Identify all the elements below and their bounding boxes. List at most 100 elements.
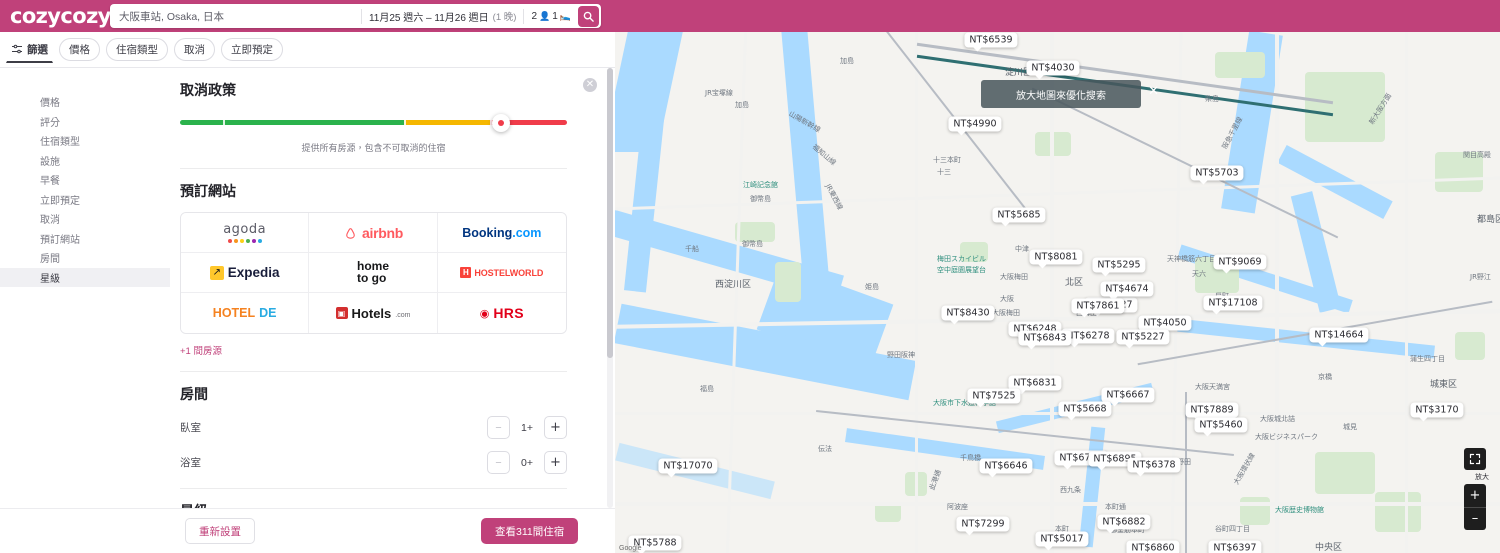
map-price-pill[interactable]: NT$5460 <box>1194 417 1248 437</box>
map-label: 空中庭園展望台 <box>937 266 986 274</box>
booking-site-hometogo[interactable]: home to go <box>309 253 438 293</box>
booking-site-hotelde[interactable]: HOTEL DE <box>181 293 310 333</box>
map-price-pill[interactable]: NT$7299 <box>956 516 1010 536</box>
destination-input[interactable]: 大阪車站, Osaka, 日本 <box>110 9 361 24</box>
sidebar-item-price[interactable]: 價格 <box>0 92 170 112</box>
map-price-pill[interactable]: NT$4990 <box>948 116 1002 136</box>
booking-sites-title: 預訂網站 <box>180 183 236 199</box>
bathrooms-increment-button[interactable]: + <box>544 451 567 474</box>
tab-cancellation[interactable]: 取消 <box>174 38 215 61</box>
map-price-pill[interactable]: NT$6539 <box>964 32 1018 52</box>
map-price-pill[interactable]: NT$4674 <box>1100 281 1154 301</box>
map-price-pill[interactable]: NT$6397 <box>1208 540 1262 553</box>
bathrooms-decrement-button[interactable]: – <box>487 451 510 474</box>
sidebar-item-rooms[interactable]: 房間 <box>0 248 170 268</box>
bedrooms-decrement-button[interactable]: – <box>487 416 510 439</box>
map-price-pill[interactable]: NT$6882 <box>1097 514 1151 534</box>
map-price-pill[interactable]: NT$17070 <box>658 458 718 478</box>
map-expand-button[interactable] <box>1464 448 1486 470</box>
booking-site-expedia[interactable]: ↗ Expedia <box>181 253 310 293</box>
hotels-label-tld: .com <box>395 311 411 319</box>
sidebar-item-booking-sites[interactable]: 預訂網站 <box>0 229 170 249</box>
tab-price[interactable]: 價格 <box>59 38 100 61</box>
map-price-pill[interactable]: NT$4050 <box>1138 315 1192 335</box>
sidebar-item-breakfast[interactable]: 早餐 <box>0 170 170 190</box>
search-button[interactable] <box>578 5 599 27</box>
map-price-pill[interactable]: NT$7861 <box>1071 298 1125 318</box>
map-label: 谷町四丁目 <box>1215 525 1250 533</box>
map-price-pill[interactable]: NT$6646 <box>979 458 1033 478</box>
filters-sidebar: 價格 評分 住宿類型 設施 早餐 立即預定 取消 預訂網站 房間 星級 <box>0 68 170 553</box>
guests-field[interactable]: 2 👤 1 🛌 <box>524 11 578 22</box>
sidebar-item-accommodation-type[interactable]: 住宿類型 <box>0 131 170 151</box>
airbnb-label: airbnb <box>362 224 403 241</box>
booking-site-airbnb[interactable]: airbnb <box>309 213 438 253</box>
map-price-pill[interactable]: NT$5703 <box>1190 165 1244 185</box>
sliders-icon <box>12 44 22 54</box>
map-price-pill[interactable]: NT$5668 <box>1058 401 1112 421</box>
tab-filters[interactable]: 篩選 <box>6 36 53 63</box>
map-zoom-controls: + – <box>1464 484 1486 530</box>
hotelde-label-de: DE <box>259 306 277 320</box>
date-range-field[interactable]: 11月25 週六 – 11月26 週日 (1 晚) <box>362 9 523 24</box>
sidebar-item-stars[interactable]: 星級 <box>0 267 170 287</box>
map-label: JR野江 <box>1470 273 1491 281</box>
booking-site-agoda[interactable]: agoda <box>181 213 310 253</box>
panel-scrollbar-thumb[interactable] <box>607 68 613 358</box>
map-price-pill[interactable]: NT$14664 <box>1309 327 1369 347</box>
close-icon[interactable]: ✕ <box>1148 84 1159 99</box>
map-price-pill[interactable]: NT$3170 <box>1410 402 1464 422</box>
booking-site-booking-com[interactable]: Booking .com <box>437 213 566 253</box>
cancellation-slider[interactable] <box>180 112 567 134</box>
search-bar[interactable]: 大阪車站, Osaka, 日本 11月25 週六 – 11月26 週日 (1 晚… <box>110 4 601 28</box>
map-price-pill[interactable]: NT$7889 <box>1185 402 1239 422</box>
sidebar-item-label: 住宿類型 <box>40 137 80 149</box>
sidebar-item-cancellation[interactable]: 取消 <box>0 209 170 229</box>
map-price-pill[interactable]: NT$5295 <box>1092 257 1146 277</box>
map-price-pill[interactable]: NT$4030 <box>1026 60 1080 80</box>
map-price-pill[interactable]: NT$7525 <box>967 388 1021 408</box>
reset-button[interactable]: 重新設置 <box>185 518 255 544</box>
sidebar-item-instant-booking[interactable]: 立即預定 <box>0 190 170 210</box>
close-icon[interactable]: ✕ <box>583 78 597 92</box>
cancellation-caption: 提供所有房源，包含不可取消的住宿 <box>301 143 446 153</box>
booking-site-hostelworld[interactable]: H HOSTELWORLD <box>437 253 566 293</box>
map-label: 大阪歴史博物館 <box>1275 506 1324 514</box>
sidebar-item-amenities[interactable]: 設施 <box>0 151 170 171</box>
map-price-pill[interactable]: NT$6667 <box>1101 387 1155 407</box>
cancellation-policy-title: 取消政策 <box>180 82 236 98</box>
map-area[interactable]: 淀川区 加島 JR宝塚線 加島 山陽新幹線 福知山線 十三本町 十三 江崎記念館… <box>615 32 1500 553</box>
slider-handle[interactable] <box>492 114 511 132</box>
see-results-button[interactable]: 查看311間住宿 <box>481 518 579 544</box>
room-icon: 🛌 <box>559 10 571 21</box>
agoda-dots <box>227 239 262 243</box>
tab-accommodation-type-label: 住宿類型 <box>116 44 158 56</box>
map-price-pill[interactable]: NT$5685 <box>992 207 1046 227</box>
bedrooms-increment-button[interactable]: + <box>544 416 567 439</box>
map-label: 梅田スカイビル <box>937 255 986 263</box>
tab-instant-booking[interactable]: 立即預定 <box>221 38 283 61</box>
slider-segment-yellow <box>404 120 490 125</box>
booking-logo: Booking .com <box>462 226 541 240</box>
sidebar-item-rating[interactable]: 評分 <box>0 112 170 132</box>
sidebar-item-label: 星級 <box>40 273 60 285</box>
map-canvas[interactable]: 淀川区 加島 JR宝塚線 加島 山陽新幹線 福知山線 十三本町 十三 江崎記念館… <box>615 32 1500 553</box>
map-price-pill[interactable]: NT$8081 <box>1029 249 1083 269</box>
map-price-pill[interactable]: NT$9069 <box>1213 254 1267 274</box>
booking-site-hotels-com[interactable]: ▣ Hotels .com <box>309 293 438 333</box>
booking-site-hrs[interactable]: ◉ HRS <box>437 293 566 333</box>
map-price-pill[interactable]: NT$17108 <box>1203 295 1263 315</box>
map-price-pill[interactable]: NT$6378 <box>1127 457 1181 477</box>
map-price-pill[interactable]: NT$6860 <box>1126 540 1180 553</box>
panel-scrollbar[interactable] <box>607 68 613 508</box>
map-price-pill[interactable]: NT$5227 <box>1116 329 1170 349</box>
more-sources-link[interactable]: +1 間房源 <box>180 343 567 357</box>
map-price-pill[interactable]: NT$5017 <box>1035 531 1089 551</box>
map-price-pill[interactable]: NT$8430 <box>941 305 995 325</box>
map-price-pill[interactable]: NT$6843 <box>1018 330 1072 350</box>
map-zoom-out-button[interactable]: – <box>1464 508 1486 531</box>
tab-accommodation-type[interactable]: 住宿類型 <box>106 38 168 61</box>
tab-filters-label: 篩選 <box>27 43 48 56</box>
brand-logo[interactable]: cozycozy <box>0 4 111 28</box>
map-zoom-in-button[interactable]: + <box>1464 484 1486 507</box>
